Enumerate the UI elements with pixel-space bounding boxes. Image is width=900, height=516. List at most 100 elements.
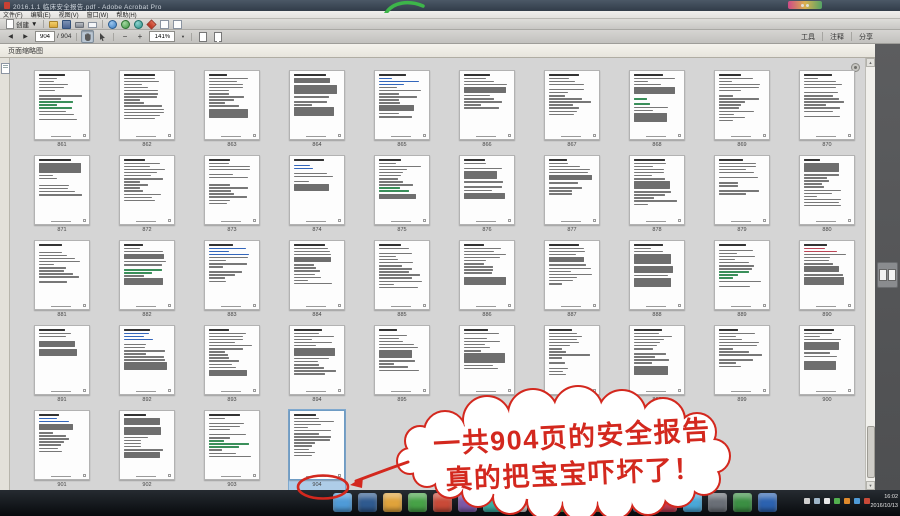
zoom-in-button[interactable]: + <box>133 30 146 43</box>
taskbar-clock[interactable]: 16:02 2016/10/13 <box>866 493 898 511</box>
menu-item[interactable]: 编辑(E) <box>31 10 51 19</box>
scrollbar-thumb[interactable] <box>867 426 875 478</box>
collaborate-icon[interactable] <box>134 20 143 29</box>
single-page-view-button[interactable] <box>196 30 209 43</box>
menu-item[interactable]: 帮助(H) <box>116 10 136 19</box>
page-thumbnail-879[interactable]: 879 <box>714 155 770 239</box>
taskbar-app-icon-4[interactable] <box>408 493 427 512</box>
page-thumbnail-873[interactable]: 873 <box>204 155 260 239</box>
taskbar-app-icon-3[interactable] <box>383 493 402 512</box>
select-tool-button[interactable] <box>96 30 109 43</box>
page-thumbnail-897[interactable]: 897 <box>544 325 600 409</box>
page-thumbnail-872[interactable]: 872 <box>119 155 175 239</box>
panel-link-工具[interactable]: 工具 <box>794 32 822 42</box>
save-icon[interactable] <box>62 20 71 29</box>
next-page-button[interactable]: ▶ <box>19 30 32 43</box>
document-icon[interactable] <box>173 20 182 29</box>
taskbar-app-icon-9[interactable] <box>533 493 552 512</box>
taskbar-app-icon-6[interactable] <box>458 493 477 512</box>
menu-item[interactable]: 文件(F) <box>3 10 23 19</box>
attach-file-icon[interactable] <box>160 20 169 29</box>
zoom-level-input[interactable] <box>149 31 175 42</box>
taskbar-app-icon-13[interactable] <box>633 493 652 512</box>
page-thumbnail-900[interactable]: 900 <box>799 325 855 409</box>
comment-icon[interactable] <box>147 19 157 29</box>
taskbar-app-icon-7[interactable] <box>483 493 502 512</box>
page-thumbnail-870[interactable]: 870 <box>799 70 855 154</box>
tray-icon-4[interactable] <box>834 498 840 504</box>
create-pdf-button[interactable]: 创建 ▼ <box>3 20 40 29</box>
page-thumbnail-895[interactable]: 895 <box>374 325 430 409</box>
zoom-dropdown-button[interactable]: ▼ <box>178 30 187 43</box>
taskbar-app-icon-18[interactable] <box>758 493 777 512</box>
page-thumbnail-889[interactable]: 889 <box>714 240 770 324</box>
taskbar-app-icon-11[interactable] <box>583 493 602 512</box>
previous-page-button[interactable]: ◀ <box>4 30 17 43</box>
taskbar-app-icon-17[interactable] <box>733 493 752 512</box>
page-thumbnail-886[interactable]: 886 <box>459 240 515 324</box>
taskbar-app-icon-8[interactable] <box>508 493 527 512</box>
scroll-down-button[interactable]: ▼ <box>866 481 875 490</box>
taskbar-app-icon-2[interactable] <box>358 493 377 512</box>
page-thumbnail-868[interactable]: 868 <box>629 70 685 154</box>
taskbar-app-icon-14[interactable] <box>658 493 677 512</box>
email-icon[interactable] <box>88 22 97 28</box>
scrolling-view-button[interactable] <box>211 30 224 43</box>
page-thumbnail-882[interactable]: 882 <box>119 240 175 324</box>
menu-item[interactable]: 视图(V) <box>59 10 79 19</box>
zoom-out-button[interactable]: − <box>118 30 131 43</box>
page-thumbnail-896[interactable]: 896 <box>459 325 515 409</box>
page-thumbnail-881[interactable]: 881 <box>34 240 90 324</box>
taskbar-app-icon-16[interactable] <box>708 493 727 512</box>
taskbar-app-icon-10[interactable] <box>558 493 577 512</box>
page-thumbnail-880[interactable]: 880 <box>799 155 855 239</box>
scroll-up-button[interactable]: ▲ <box>866 58 875 67</box>
page-thumbnails-tab-icon[interactable] <box>1 63 10 74</box>
page-thumbnail-884[interactable]: 884 <box>289 240 345 324</box>
page-thumbnail-878[interactable]: 878 <box>629 155 685 239</box>
page-thumbnail-885[interactable]: 885 <box>374 240 430 324</box>
page-thumbnail-864[interactable]: 864 <box>289 70 345 154</box>
page-thumbnail-901[interactable]: 901 <box>34 410 90 490</box>
page-thumbnail-899[interactable]: 899 <box>714 325 770 409</box>
menu-item[interactable]: 窗口(W) <box>87 10 109 19</box>
taskbar-app-icon-5[interactable] <box>433 493 452 512</box>
page-thumbnail-876[interactable]: 876 <box>459 155 515 239</box>
panel-link-分享[interactable]: 分享 <box>852 32 880 42</box>
page-thumbnail-871[interactable]: 871 <box>34 155 90 239</box>
tray-icon-1[interactable] <box>804 498 810 504</box>
page-thumbnail-869[interactable]: 869 <box>714 70 770 154</box>
page-thumbnail-862[interactable]: 862 <box>119 70 175 154</box>
page-thumbnail-863[interactable]: 863 <box>204 70 260 154</box>
share-icon[interactable] <box>108 20 117 29</box>
page-thumbnail-866[interactable]: 866 <box>459 70 515 154</box>
panel-link-注释[interactable]: 注释 <box>823 32 851 42</box>
page-thumbnail-875[interactable]: 875 <box>374 155 430 239</box>
tray-icon-5[interactable] <box>844 498 850 504</box>
print-icon[interactable] <box>75 22 84 28</box>
page-thumbnail-888[interactable]: 888 <box>629 240 685 324</box>
page-thumbnail-890[interactable]: 890 <box>799 240 855 324</box>
page-thumbnail-867[interactable]: 867 <box>544 70 600 154</box>
page-thumbnail-887[interactable]: 887 <box>544 240 600 324</box>
vertical-scrollbar[interactable]: ▲ ▼ <box>865 58 875 490</box>
taskbar-app-icon-15[interactable] <box>683 493 702 512</box>
page-thumbnail-861[interactable]: 861 <box>34 70 90 154</box>
review-icon[interactable] <box>121 20 130 29</box>
page-number-input[interactable] <box>35 31 55 42</box>
page-thumbnail-902[interactable]: 902 <box>119 410 175 490</box>
hand-tool-button[interactable] <box>81 30 94 43</box>
page-thumbnail-891[interactable]: 891 <box>34 325 90 409</box>
tray-icon-2[interactable] <box>814 498 820 504</box>
page-thumbnail-893[interactable]: 893 <box>204 325 260 409</box>
page-thumbnail-894[interactable]: 894 <box>289 325 345 409</box>
page-thumbnail-883[interactable]: 883 <box>204 240 260 324</box>
page-thumbnail-865[interactable]: 865 <box>374 70 430 154</box>
tray-icon-3[interactable] <box>824 498 830 504</box>
page-thumbnail-874[interactable]: 874 <box>289 155 345 239</box>
page-thumbnail-892[interactable]: 892 <box>119 325 175 409</box>
open-icon[interactable] <box>49 21 58 28</box>
page-thumbnail-898[interactable]: 898 <box>629 325 685 409</box>
taskbar-app-icon-12[interactable] <box>608 493 627 512</box>
page-thumbnail-877[interactable]: 877 <box>544 155 600 239</box>
